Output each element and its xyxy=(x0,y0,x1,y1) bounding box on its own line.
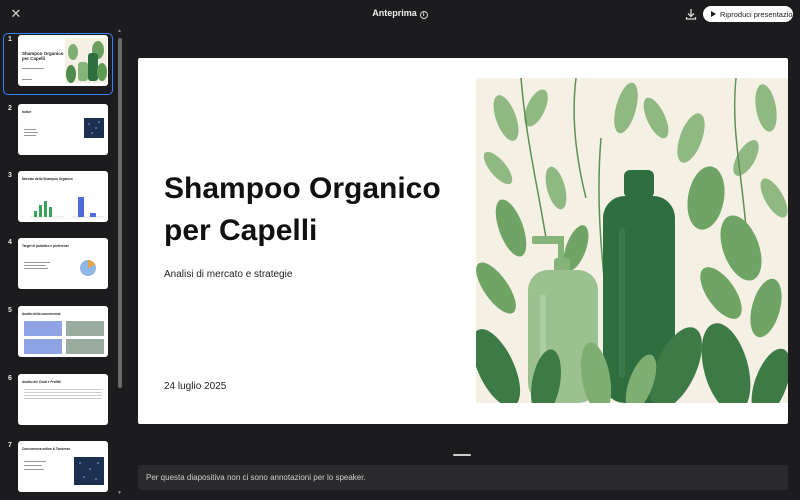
thumbnail-number: 2 xyxy=(8,105,12,112)
slide-date: 24 luglio 2025 xyxy=(164,381,227,392)
thumbnail-title: Target di pubblico e preferenze xyxy=(22,244,70,248)
thumbnail-preview: Analisi dei Costi e Profitti xyxy=(18,374,108,425)
slide-canvas: Shampoo Organico per Capelli Analisi di … xyxy=(138,58,788,424)
resize-handle[interactable] xyxy=(453,454,471,456)
scroll-up-arrow[interactable]: ▲ xyxy=(117,28,122,34)
shampoo-illustration xyxy=(476,78,788,403)
window-title-group: Anteprima i xyxy=(0,8,800,19)
thumbnail-number: 7 xyxy=(8,442,12,449)
thumbnail-preview: Analisi della concorrenza xyxy=(18,306,108,357)
thumbnail-number: 1 xyxy=(8,36,12,43)
thumbnail-preview: Shampoo Organico per Capelli xyxy=(18,35,108,86)
play-presentation-button[interactable]: Riproduci presentazione xyxy=(703,6,800,22)
thumbnail-title: Shampoo Organico per Capelli xyxy=(22,51,64,61)
slide-thumbnails-panel: 1 Shampoo Organico per Capelli 2 Indice xyxy=(0,28,125,500)
scroll-down-arrow[interactable]: ▼ xyxy=(117,490,122,496)
thumbnail-number: 6 xyxy=(8,375,12,382)
thumbnail-slide-3[interactable]: 3 Mercato dello Shampoo Organico xyxy=(4,170,112,230)
thumbnail-slide-2[interactable]: 2 Indice xyxy=(4,103,112,163)
speaker-notes-text: Per questa diapositiva non ci sono annot… xyxy=(146,473,366,482)
thumbnail-slide-5[interactable]: 5 Analisi della concorrenza xyxy=(4,305,112,365)
download-icon xyxy=(685,9,697,20)
thumbnail-preview: Indice xyxy=(18,104,108,155)
top-bar: ✕ Anteprima i Riproduci presentazione xyxy=(0,0,800,28)
thumbnail-art xyxy=(84,118,104,138)
thumbnail-slide-6[interactable]: 6 Analisi dei Costi e Profitti xyxy=(4,373,112,433)
window-title: Anteprima xyxy=(372,8,417,18)
thumbnail-slide-1[interactable]: 1 Shampoo Organico per Capelli xyxy=(3,33,113,95)
thumbnail-number: 5 xyxy=(8,307,12,314)
thumbnail-title: Analisi della concorrenza xyxy=(22,312,61,316)
slide-subtitle: Analisi di mercato e strategie xyxy=(164,269,293,280)
thumbnail-preview: Target di pubblico e preferenze xyxy=(18,238,108,289)
thumbnail-art xyxy=(65,38,107,83)
speaker-notes-panel[interactable]: Per questa diapositiva non ci sono annot… xyxy=(138,465,788,490)
download-button[interactable] xyxy=(684,7,698,21)
thumbnail-slide-4[interactable]: 4 Target di pubblico e preferenze xyxy=(4,237,112,297)
thumbnail-title: Mercato dello Shampoo Organico xyxy=(22,177,73,181)
thumbnail-title: Indice xyxy=(22,110,32,114)
thumbnail-number: 3 xyxy=(8,172,12,179)
thumbnail-art xyxy=(74,457,104,485)
thumbnail-number: 4 xyxy=(8,239,12,246)
sidebar-scrollbar[interactable] xyxy=(118,38,122,388)
thumbnail-preview: Mercato dello Shampoo Organico xyxy=(18,171,108,222)
thumbnail-title: Concorrenza online & Tendenze xyxy=(22,447,71,451)
thumbnail-slide-7[interactable]: 7 Concorrenza online & Tendenze xyxy=(4,440,112,500)
info-icon[interactable]: i xyxy=(419,11,428,19)
thumbnail-title: Analisi dei Costi e Profitti xyxy=(22,380,61,384)
play-presentation-label: Riproduci presentazione xyxy=(720,9,800,19)
thumbnail-chart xyxy=(80,260,96,276)
slide-title: Shampoo Organico per Capelli xyxy=(164,172,441,247)
thumbnail-preview: Concorrenza online & Tendenze xyxy=(18,441,108,492)
thumbnail-chart xyxy=(30,197,104,218)
play-icon xyxy=(711,11,716,17)
